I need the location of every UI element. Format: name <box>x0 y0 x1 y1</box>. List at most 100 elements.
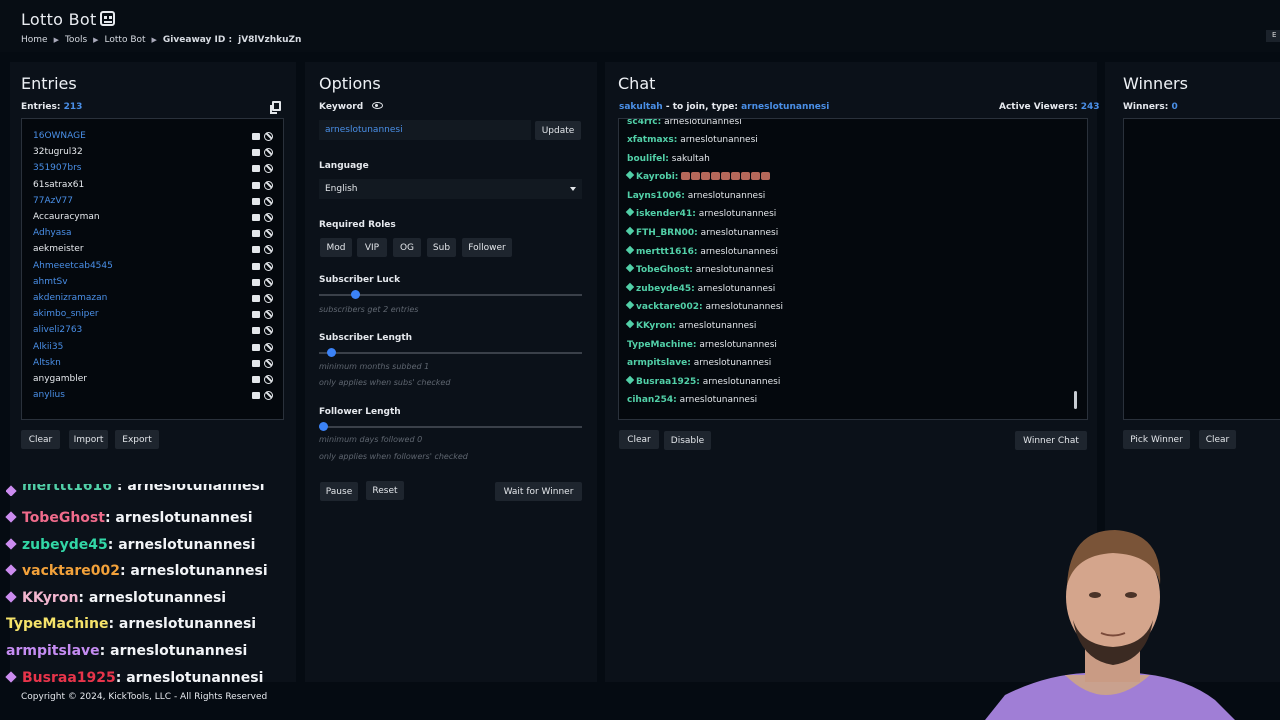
slider-thumb[interactable] <box>319 422 328 431</box>
chat-username[interactable]: TobeGhost: <box>636 265 693 275</box>
chat-clear-button[interactable]: Clear <box>619 430 659 449</box>
checkbox-icon[interactable] <box>252 392 260 400</box>
ban-icon[interactable] <box>264 342 273 352</box>
winners-list <box>1123 118 1280 420</box>
winner-chat-button[interactable]: Winner Chat <box>1015 431 1087 450</box>
ban-icon[interactable] <box>264 196 273 206</box>
chat-username[interactable]: xfatmaxs: <box>627 135 677 145</box>
entry-name[interactable]: 351907brs <box>33 163 81 173</box>
eye-icon[interactable] <box>372 102 383 109</box>
checkbox-icon[interactable] <box>252 278 260 286</box>
ban-icon[interactable] <box>264 326 273 336</box>
chat-scrollbar[interactable] <box>1074 391 1077 409</box>
entry-name[interactable]: aliveli2763 <box>33 325 82 335</box>
entry-name[interactable]: ahmtSv <box>33 277 68 287</box>
ban-icon[interactable] <box>264 213 273 222</box>
ban-icon[interactable] <box>264 358 273 368</box>
checkbox-icon[interactable] <box>252 376 260 383</box>
chat-disable-button[interactable]: Disable <box>664 431 711 450</box>
checkbox-icon[interactable] <box>252 133 260 140</box>
entry-row: Altskn <box>33 356 273 372</box>
reset-button[interactable]: Reset <box>366 481 404 500</box>
entry-name[interactable]: akdenizramazan <box>33 293 107 303</box>
role-sub-button[interactable]: Sub <box>427 238 456 257</box>
entry-name[interactable]: akimbo_sniper <box>33 309 99 319</box>
follower-length-slider[interactable] <box>319 422 582 431</box>
checkbox-icon[interactable] <box>252 214 260 221</box>
ban-icon[interactable] <box>264 132 273 141</box>
language-select[interactable]: English <box>319 179 582 199</box>
checkbox-icon[interactable] <box>252 359 260 367</box>
checkbox-icon[interactable] <box>252 149 260 157</box>
entry-name[interactable]: Adhyasa <box>33 228 71 238</box>
update-button[interactable]: Update <box>535 121 581 140</box>
entry-name[interactable]: anylius <box>33 390 65 400</box>
winners-clear-button[interactable]: Clear <box>1199 430 1236 449</box>
ban-icon[interactable] <box>264 148 273 158</box>
entries-export-button[interactable]: Export <box>115 430 159 449</box>
breadcrumb-lotto-bot[interactable]: Lotto Bot <box>105 35 146 45</box>
chat-username[interactable]: boulifel: <box>627 154 669 164</box>
ban-icon[interactable] <box>264 294 273 303</box>
role-mod-button[interactable]: Mod <box>320 238 352 257</box>
chat-username[interactable]: Kayrobi: <box>636 172 678 182</box>
ban-icon[interactable] <box>264 310 273 320</box>
chat-username[interactable]: TypeMachine: <box>627 340 696 350</box>
chat-username[interactable]: vacktare002: <box>636 302 703 312</box>
chat-username[interactable]: merttt1616: <box>636 247 697 257</box>
entries-import-button[interactable]: Import <box>69 430 108 449</box>
checkbox-icon[interactable] <box>252 197 260 205</box>
role-vip-button[interactable]: VIP <box>357 238 387 257</box>
ban-icon[interactable] <box>264 180 273 190</box>
checkbox-icon[interactable] <box>252 295 260 302</box>
keyword-input[interactable] <box>319 120 531 140</box>
role-og-button[interactable]: OG <box>393 238 421 257</box>
chat-channel[interactable]: sakultah <box>619 102 663 112</box>
ban-icon[interactable] <box>264 375 273 384</box>
chat-username[interactable]: KKyron: <box>636 321 676 331</box>
ban-icon[interactable] <box>264 261 273 271</box>
checkbox-icon[interactable] <box>252 327 260 335</box>
ban-icon[interactable] <box>264 277 273 287</box>
chat-username[interactable]: FTH_BRN00: <box>636 228 698 238</box>
entry-name[interactable]: Altskn <box>33 358 61 368</box>
ban-icon[interactable] <box>264 245 273 255</box>
edge-tab[interactable]: E <box>1266 30 1280 42</box>
pause-button[interactable]: Pause <box>320 482 358 501</box>
chat-username[interactable]: armpitslave: <box>627 358 691 368</box>
checkbox-icon[interactable] <box>252 343 260 351</box>
entry-name: Accauracyman <box>33 212 100 222</box>
checkbox-icon[interactable] <box>252 311 260 319</box>
subscriber-length-hint: minimum months subbed 1 <box>319 362 430 371</box>
chat-username[interactable]: zubeyde45: <box>636 284 695 294</box>
checkbox-icon[interactable] <box>252 165 260 173</box>
checkbox-icon[interactable] <box>252 181 260 189</box>
breadcrumb-tools[interactable]: Tools <box>65 35 87 45</box>
subscriber-length-slider[interactable] <box>319 348 582 357</box>
subscriber-luck-slider[interactable] <box>319 290 582 299</box>
checkbox-icon[interactable] <box>252 246 260 254</box>
entry-name[interactable]: Alkii35 <box>33 342 63 352</box>
role-follower-button[interactable]: Follower <box>462 238 512 257</box>
entry-name[interactable]: Ahmeeetcab4545 <box>33 261 113 271</box>
chat-username[interactable]: cihan254: <box>627 395 677 405</box>
entries-clear-button[interactable]: Clear <box>21 430 60 449</box>
entries-list[interactable]: 16OWNAGE 32tugrul32 351907brs 61satrax61 77A… <box>21 118 284 420</box>
chat-username[interactable]: Layns1006: <box>627 191 685 201</box>
checkbox-icon[interactable] <box>252 262 260 270</box>
chat-username[interactable]: iskender41: <box>636 209 696 219</box>
copy-icon[interactable] <box>270 101 281 114</box>
slider-thumb[interactable] <box>326 348 336 357</box>
pick-winner-button[interactable]: Pick Winner <box>1123 430 1190 449</box>
ban-icon[interactable] <box>264 164 273 174</box>
breadcrumb-home[interactable]: Home <box>21 35 48 45</box>
ban-icon[interactable] <box>264 229 273 239</box>
chat-username[interactable]: Busraa1925: <box>636 377 700 387</box>
entry-name[interactable]: 77AzV77 <box>33 196 73 206</box>
ban-icon[interactable] <box>264 391 273 401</box>
checkbox-icon[interactable] <box>252 230 260 238</box>
entry-name[interactable]: 16OWNAGE <box>33 131 86 141</box>
slider-thumb[interactable] <box>350 290 360 299</box>
wait-for-winner-button[interactable]: Wait for Winner <box>495 482 582 501</box>
chat-log[interactable]: sc4rfc: arneslotunannesi xfatmaxs: arnes… <box>618 118 1088 420</box>
